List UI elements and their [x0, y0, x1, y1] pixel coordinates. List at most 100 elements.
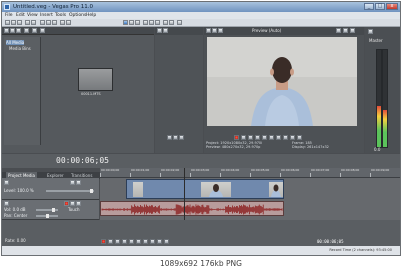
title-bar: Untitled.veg - Vegas Pro 11.0 _ □ x [2, 2, 400, 12]
master-level: 0.0 [374, 147, 381, 152]
clip-thumb-man-icon-2 [271, 184, 281, 197]
audio-touch-mode[interactable]: Touch [68, 207, 79, 212]
ignore-grouping-button[interactable] [169, 20, 174, 25]
menu-options[interactable]: Options [69, 12, 86, 19]
properties-button[interactable] [25, 20, 30, 25]
timeline-pause-button[interactable] [129, 239, 134, 244]
trimmer-play-button[interactable] [167, 135, 172, 140]
paste-button[interactable] [52, 20, 57, 25]
timeline-next-frame-button[interactable] [164, 239, 169, 244]
master-fx-button[interactable] [368, 29, 373, 34]
menu-insert[interactable]: Insert [40, 12, 53, 19]
open-button[interactable] [11, 20, 16, 25]
loop-button[interactable] [241, 135, 246, 140]
redo-button[interactable] [66, 20, 71, 25]
timeline-record-button[interactable] [101, 239, 106, 244]
video-track-fx-button[interactable] [4, 180, 9, 185]
trimmer-add-button[interactable] [163, 28, 168, 33]
timeline-start-button[interactable] [143, 239, 148, 244]
auto-ripple-button[interactable] [155, 20, 160, 25]
views-button[interactable] [40, 28, 45, 33]
help-button[interactable] [177, 20, 182, 25]
normal-edit-tool-button[interactable] [123, 20, 128, 25]
close-button[interactable]: x [386, 3, 398, 10]
tree-item-all-media[interactable]: All Media [6, 40, 25, 45]
audio-track-solo-button[interactable] [76, 201, 81, 206]
menu-view[interactable]: View [27, 12, 38, 19]
copy-button[interactable] [46, 20, 51, 25]
audio-vol-value: 0.0 dB [12, 207, 26, 212]
timeline-prev-frame-button[interactable] [157, 239, 162, 244]
menu-file[interactable]: File [5, 12, 13, 19]
envelope-tool-button[interactable] [129, 20, 134, 25]
preview-info-value: 480x270x32, 29.970p [221, 144, 261, 149]
master-label: Master [369, 38, 383, 43]
remove-media-button[interactable] [24, 28, 29, 33]
video-track-solo-button[interactable] [76, 180, 81, 185]
maximize-button[interactable]: □ [375, 3, 385, 10]
split-screen-button[interactable] [218, 28, 223, 33]
main-toolbar [2, 19, 400, 27]
external-monitor-button[interactable] [212, 28, 217, 33]
import-media-button[interactable] [4, 28, 9, 33]
audio-pan-slider[interactable] [36, 214, 58, 218]
new-project-button[interactable] [5, 20, 10, 25]
ruler-tick-label: 00:00:08;00 [341, 168, 360, 172]
cut-button[interactable] [40, 20, 45, 25]
media-fx-button[interactable] [32, 28, 37, 33]
play-button[interactable] [255, 135, 260, 140]
audio-vol-label: Vol: [4, 207, 12, 212]
stop-button[interactable] [269, 135, 274, 140]
audio-track-fx-button[interactable] [4, 201, 9, 206]
media-thumbnail[interactable] [78, 68, 113, 91]
minimize-button[interactable]: _ [364, 3, 374, 10]
record-button[interactable] [234, 135, 239, 140]
play-from-start-button[interactable] [248, 135, 253, 140]
menu-tools[interactable]: Tools [55, 12, 66, 19]
clip-thumb-man-icon [209, 184, 223, 197]
menu-edit[interactable]: Edit [16, 12, 25, 19]
video-track-mute-button[interactable] [70, 180, 75, 185]
trimmer-pause-button[interactable] [173, 135, 178, 140]
timeline-stop-button[interactable] [136, 239, 141, 244]
video-level-slider[interactable] [46, 189, 94, 193]
tree-item-media-bins[interactable]: Media Bins [9, 46, 31, 51]
timeline-loop-button[interactable] [108, 239, 113, 244]
audio-track-mute-button[interactable] [70, 201, 75, 206]
preview-properties-button[interactable] [206, 28, 211, 33]
menu-help[interactable]: Help [86, 12, 96, 19]
capture-button[interactable] [10, 28, 15, 33]
video-track-header: Level: 100.0 % [2, 178, 99, 200]
lock-envelopes-button[interactable] [163, 20, 168, 25]
timeline-play-start-button[interactable] [115, 239, 120, 244]
save-button[interactable] [17, 20, 22, 25]
selection-tool-button[interactable] [135, 20, 140, 25]
go-to-start-button[interactable] [276, 135, 281, 140]
timeline-end-button[interactable] [150, 239, 155, 244]
copy-snapshot-button[interactable] [343, 28, 348, 33]
get-media-button[interactable] [16, 28, 21, 33]
ruler-tick-label: 00:00:00;00 [101, 168, 120, 172]
ruler-tick [280, 173, 281, 177]
snapping-button[interactable] [143, 20, 148, 25]
timeline-play-button[interactable] [122, 239, 127, 244]
previous-frame-button[interactable] [290, 135, 295, 140]
undo-button[interactable] [60, 20, 65, 25]
save-snapshot-button[interactable] [350, 28, 355, 33]
pause-button[interactable] [262, 135, 267, 140]
go-to-end-button[interactable] [283, 135, 288, 140]
audio-clip[interactable] [100, 201, 284, 216]
render-button[interactable] [31, 20, 36, 25]
overlays-button[interactable] [336, 28, 341, 33]
playback-rate[interactable]: Rate: 0.00 [5, 238, 26, 243]
video-clip[interactable] [126, 179, 284, 199]
trimmer-stop-button[interactable] [179, 135, 184, 140]
audio-volume-slider[interactable] [36, 208, 58, 212]
preview-quality-select[interactable]: Preview (Auto) [252, 27, 281, 35]
next-frame-button[interactable] [297, 135, 302, 140]
audio-track-arm-button[interactable] [64, 201, 69, 206]
trimmer-history-button[interactable] [157, 28, 162, 33]
ruler-tick [100, 173, 101, 177]
auto-crossfade-button[interactable] [149, 20, 154, 25]
timeline-ruler[interactable]: 00:00:00;00 00:00:01;00 00:00:02;00 00:00:0… [100, 168, 400, 178]
